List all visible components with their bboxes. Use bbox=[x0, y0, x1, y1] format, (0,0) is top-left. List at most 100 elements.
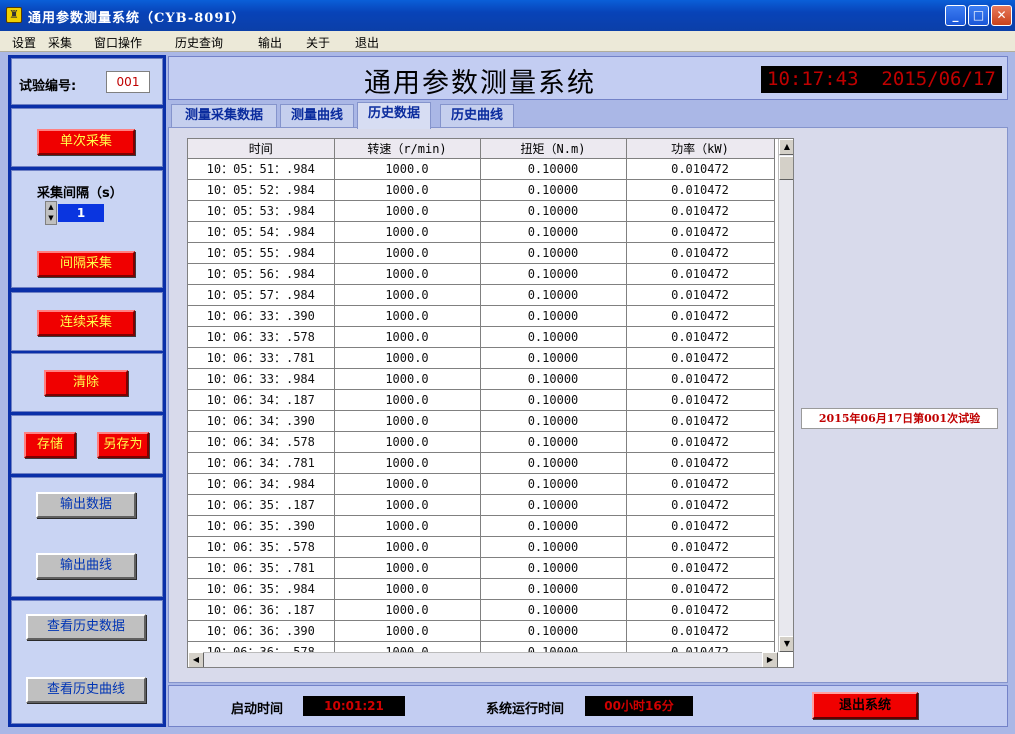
torque-cell: 0.10000 bbox=[480, 158, 627, 180]
menu-item-about[interactable]: 关于 bbox=[306, 34, 330, 51]
torque-cell: 0.10000 bbox=[480, 242, 627, 264]
export-data-button[interactable]: 输出数据 bbox=[36, 492, 136, 518]
continuous-capture-button[interactable]: 连续采集 bbox=[37, 310, 135, 336]
table-row[interactable]: 10：06：34：.781 1000.0 0.10000 0.010472 bbox=[188, 452, 775, 474]
vertical-scrollbar[interactable]: ▲ ▼ bbox=[778, 139, 793, 652]
table-row[interactable]: 10：06：36：.187 1000.0 0.10000 0.010472 bbox=[188, 599, 775, 621]
table-row[interactable]: 10：05：51：.984 1000.0 0.10000 0.010472 bbox=[188, 158, 775, 180]
table-row[interactable]: 10：06：34：.187 1000.0 0.10000 0.010472 bbox=[188, 389, 775, 411]
interval-field[interactable]: 1 bbox=[58, 204, 104, 222]
menu-item-window[interactable]: 窗口操作 bbox=[94, 34, 142, 51]
power-cell: 0.010472 bbox=[626, 263, 775, 285]
table-row[interactable]: 10：05：52：.984 1000.0 0.10000 0.010472 bbox=[188, 179, 775, 201]
table-row[interactable]: 10：05：54：.984 1000.0 0.10000 0.010472 bbox=[188, 221, 775, 243]
power-cell: 0.010472 bbox=[626, 557, 775, 579]
torque-cell: 0.10000 bbox=[480, 221, 627, 243]
speed-cell: 1000.0 bbox=[334, 200, 481, 222]
torque-cell: 0.10000 bbox=[480, 305, 627, 327]
menu-item-output[interactable]: 输出 bbox=[258, 34, 282, 51]
test-number-field[interactable]: 001 bbox=[106, 71, 150, 93]
time-cell: 10：06：34：.781 bbox=[188, 452, 335, 474]
exit-system-button[interactable]: 退出系统 bbox=[812, 692, 918, 719]
column-header-torque[interactable]: 扭矩（N.m) bbox=[480, 139, 627, 159]
table-row[interactable]: 10：06：34：.390 1000.0 0.10000 0.010472 bbox=[188, 410, 775, 432]
tab-measure-curve[interactable]: 测量曲线 bbox=[280, 104, 354, 128]
time-cell: 10：06：35：.187 bbox=[188, 494, 335, 516]
tab-history-data[interactable]: 历史数据 bbox=[357, 102, 431, 129]
speed-cell: 1000.0 bbox=[334, 263, 481, 285]
power-cell: 0.010472 bbox=[626, 221, 775, 243]
power-cell: 0.010472 bbox=[626, 284, 775, 306]
maximize-button[interactable]: □ bbox=[968, 5, 989, 26]
table-row[interactable]: 10：06：34：.578 1000.0 0.10000 0.010472 bbox=[188, 431, 775, 453]
table-row[interactable]: 10：06：35：.984 1000.0 0.10000 0.010472 bbox=[188, 578, 775, 600]
history-data-table[interactable]: 时间 转速（r/min) 扭矩（N.m) 功率（kW) 10：05：51：.98… bbox=[187, 138, 794, 668]
menu-item-exit[interactable]: 退出 bbox=[355, 34, 379, 51]
status-footer: 启动时间 10:01:21 系统运行时间 00小时16分 退出系统 bbox=[168, 685, 1008, 727]
view-history-curve-button[interactable]: 查看历史曲线 bbox=[26, 677, 146, 703]
close-button[interactable]: ✕ bbox=[991, 5, 1012, 26]
menu-item-settings[interactable]: 设置 bbox=[12, 34, 36, 51]
time-cell: 10：06：36：.187 bbox=[188, 599, 335, 621]
scroll-left-icon[interactable]: ◀ bbox=[188, 652, 204, 667]
speed-cell: 1000.0 bbox=[334, 536, 481, 558]
menu-bar: 设置 采集 窗口操作 历史查询 输出 关于 退出 bbox=[0, 31, 1015, 52]
scroll-down-icon[interactable]: ▼ bbox=[779, 636, 793, 652]
table-row[interactable]: 10：06：33：.984 1000.0 0.10000 0.010472 bbox=[188, 368, 775, 390]
power-cell: 0.010472 bbox=[626, 158, 775, 180]
power-cell: 0.010472 bbox=[626, 347, 775, 369]
torque-cell: 0.10000 bbox=[480, 578, 627, 600]
power-cell: 0.010472 bbox=[626, 305, 775, 327]
clear-button[interactable]: 清除 bbox=[44, 370, 128, 396]
time-cell: 10：05：55：.984 bbox=[188, 242, 335, 264]
column-header-speed[interactable]: 转速（r/min) bbox=[334, 139, 481, 159]
column-header-time[interactable]: 时间 bbox=[188, 139, 335, 159]
table-row[interactable]: 10：06：33：.781 1000.0 0.10000 0.010472 bbox=[188, 347, 775, 369]
table-row[interactable]: 10：06：35：.187 1000.0 0.10000 0.010472 bbox=[188, 494, 775, 516]
torque-cell: 0.10000 bbox=[480, 284, 627, 306]
view-history-data-button[interactable]: 查看历史数据 bbox=[26, 614, 146, 640]
table-row[interactable]: 10：06：33：.578 1000.0 0.10000 0.010472 bbox=[188, 326, 775, 348]
table-row[interactable]: 10：06：35：.578 1000.0 0.10000 0.010472 bbox=[188, 536, 775, 558]
continuous-capture-section: 连续采集 bbox=[11, 292, 163, 351]
horizontal-scrollbar[interactable]: ◀ ▶ bbox=[188, 652, 778, 667]
minimize-button[interactable]: _ bbox=[945, 5, 966, 26]
interval-stepper[interactable]: ▲ ▼ bbox=[45, 201, 57, 225]
table-header-row: 时间 转速（r/min) 扭矩（N.m) 功率（kW) bbox=[188, 139, 775, 159]
single-capture-section: 单次采集 bbox=[11, 108, 163, 167]
table-row[interactable]: 10：05：55：.984 1000.0 0.10000 0.010472 bbox=[188, 242, 775, 264]
torque-cell: 0.10000 bbox=[480, 599, 627, 621]
speed-cell: 1000.0 bbox=[334, 557, 481, 579]
scroll-right-icon[interactable]: ▶ bbox=[762, 652, 778, 667]
menu-item-history[interactable]: 历史查询 bbox=[175, 34, 223, 51]
test-session-label: 2015年06月17日第001次试验 bbox=[801, 408, 998, 429]
table-row[interactable]: 10：06：33：.390 1000.0 0.10000 0.010472 bbox=[188, 305, 775, 327]
app-icon: ♜ bbox=[6, 7, 22, 23]
table-row[interactable]: 10：06：36：.390 1000.0 0.10000 0.010472 bbox=[188, 620, 775, 642]
save-as-button[interactable]: 另存为 bbox=[97, 432, 149, 458]
save-button[interactable]: 存储 bbox=[24, 432, 76, 458]
tab-measure-data[interactable]: 测量采集数据 bbox=[171, 104, 277, 128]
table-row[interactable]: 10：06：35：.390 1000.0 0.10000 0.010472 bbox=[188, 515, 775, 537]
speed-cell: 1000.0 bbox=[334, 326, 481, 348]
export-curve-button[interactable]: 输出曲线 bbox=[36, 553, 136, 579]
tab-history-curve[interactable]: 历史曲线 bbox=[440, 104, 514, 128]
table-row[interactable]: 10：05：57：.984 1000.0 0.10000 0.010472 bbox=[188, 284, 775, 306]
power-cell: 0.010472 bbox=[626, 494, 775, 516]
table-row[interactable]: 10：06：34：.984 1000.0 0.10000 0.010472 bbox=[188, 473, 775, 495]
scroll-thumb[interactable] bbox=[779, 156, 793, 180]
app-body: 试验编号: 001 单次采集 采集间隔（s） ▲ ▼ 1 间隔采集 连续采集 清除… bbox=[0, 52, 1015, 734]
power-cell: 0.010472 bbox=[626, 326, 775, 348]
torque-cell: 0.10000 bbox=[480, 179, 627, 201]
time-cell: 10：06：35：.578 bbox=[188, 536, 335, 558]
table-row[interactable]: 10：05：56：.984 1000.0 0.10000 0.010472 bbox=[188, 263, 775, 285]
table-row[interactable]: 10：06：35：.781 1000.0 0.10000 0.010472 bbox=[188, 557, 775, 579]
scroll-up-icon[interactable]: ▲ bbox=[779, 139, 793, 155]
menu-item-capture[interactable]: 采集 bbox=[48, 34, 72, 51]
interval-capture-button[interactable]: 间隔采集 bbox=[37, 251, 135, 277]
single-capture-button[interactable]: 单次采集 bbox=[37, 129, 135, 155]
column-header-power[interactable]: 功率（kW) bbox=[626, 139, 775, 159]
speed-cell: 1000.0 bbox=[334, 284, 481, 306]
table-row[interactable]: 10：05：53：.984 1000.0 0.10000 0.010472 bbox=[188, 200, 775, 222]
speed-cell: 1000.0 bbox=[334, 368, 481, 390]
